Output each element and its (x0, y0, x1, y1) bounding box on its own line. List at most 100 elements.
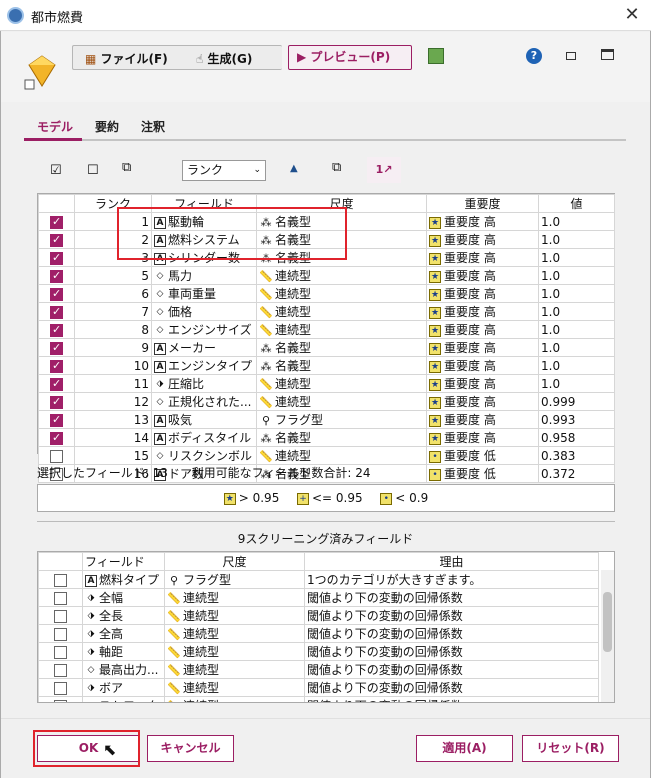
importance-cell: ★ 重要度 高 (426, 410, 539, 429)
col-importance[interactable]: 重要度 (426, 194, 539, 213)
measure-cell: 📏連続型 (256, 284, 427, 303)
scrollbar[interactable] (601, 570, 614, 702)
tab-model[interactable]: モデル (37, 118, 73, 135)
field-cell: A ボディスタイル (151, 428, 257, 447)
row-checkbox[interactable] (50, 233, 63, 247)
apply-button[interactable]: 適用(A) (416, 735, 513, 762)
row-checkbox[interactable] (50, 413, 63, 427)
importance-cell: ★ 重要度 高 (426, 212, 539, 231)
table-row[interactable]: A 燃料タイプ ⚲ フラグ型 1つのカテゴリが大きすぎます。 (38, 570, 599, 589)
importance-cell: ★ 重要度 高 (426, 356, 539, 375)
cancel-button[interactable]: キャンセル (147, 735, 234, 762)
table-row[interactable]: 5◇馬力📏連続型★重要度 高1.0 (38, 266, 615, 285)
importance-cell: ★ 重要度 高 (426, 230, 539, 249)
row-checkbox[interactable] (54, 699, 67, 702)
row-checkbox[interactable] (50, 359, 63, 373)
flag-measure-icon: ⚲ (169, 574, 179, 587)
table-row[interactable]: ⬗ 全高 📏 連続型 閾値より下の変動の回帰係数 (38, 624, 599, 643)
col-value[interactable]: 値 (538, 194, 615, 213)
rank-cell: 11 (74, 374, 152, 393)
tab-annotation[interactable]: 注釈 (141, 118, 165, 135)
table-row[interactable]: 11⬗圧縮比📏連続型★重要度 高1.0 (38, 374, 615, 393)
table-row[interactable]: 15 ◇ リスクシンボル 📏 連続型 • 重要度 低 0.383 (38, 446, 615, 465)
row-checkbox[interactable] (50, 449, 63, 463)
measure-cell: ⚲ フラグ型 (256, 410, 427, 429)
file-menu[interactable]: ▦ ファイル(F) (85, 50, 168, 67)
row-checkbox[interactable] (54, 681, 67, 695)
field-cell: ◇ 価格 (151, 302, 257, 321)
field-cell: ⬗ 全幅 (82, 588, 165, 607)
table-row[interactable]: 8◇エンジンサイズ📏連続型★重要度 高1.0 (38, 320, 615, 339)
export-icon[interactable] (428, 48, 444, 64)
generate-menu[interactable]: ☝ 生成(G) (196, 50, 252, 67)
help-icon[interactable]: ? (526, 48, 542, 64)
close-icon[interactable]: ✕ (620, 3, 644, 27)
table-row[interactable]: 12◇正規化された...📏連続型★重要度 高0.999 (38, 392, 615, 411)
table-row[interactable]: 9Aメーカー⁂名義型★重要度 高1.0 (38, 338, 615, 357)
continuous-type-icon: ◇ (156, 306, 164, 317)
scrollbar-thumb[interactable] (603, 592, 612, 652)
table-row[interactable]: 13A吸気⚲フラグ型★重要度 高0.993 (38, 410, 615, 429)
row-checkbox[interactable] (54, 591, 67, 605)
field-cell: A 吸気 (151, 410, 257, 429)
play-icon: ▶ (297, 50, 307, 64)
row-checkbox[interactable] (54, 645, 67, 659)
tab-summary[interactable]: 要約 (95, 118, 119, 135)
table-row[interactable]: 7◇価格📏連続型★重要度 高1.0 (38, 302, 615, 321)
row-checkbox[interactable] (50, 215, 63, 229)
sort-ascending-icon[interactable]: ▲ (290, 163, 298, 174)
sort-rank-icon[interactable]: 1↗ (367, 157, 401, 183)
splitter[interactable] (37, 521, 615, 522)
table-row[interactable]: ⬗ ボア 📏 連続型 閾値より下の変動の回帰係数 (38, 678, 599, 697)
continuous-measure-icon: 📏 (259, 270, 273, 283)
col-measure[interactable]: 尺度 (164, 552, 305, 571)
row-checkbox[interactable] (50, 431, 63, 445)
row-checkbox[interactable] (50, 251, 63, 265)
maximize-icon[interactable] (601, 49, 614, 60)
row-checkbox[interactable] (54, 609, 67, 623)
col-field[interactable]: フィールド (82, 552, 165, 571)
row-checkbox[interactable] (50, 269, 63, 283)
table-row[interactable]: ⬗ 全幅 📏 連続型 閾値より下の変動の回帰係数 (38, 588, 599, 607)
copy-icon[interactable]: ⧉ (332, 160, 341, 175)
value-cell: 1.0 (538, 266, 615, 285)
col-check (38, 552, 83, 571)
highlight-box-ok (33, 730, 140, 767)
table-row[interactable]: ◇ 最高出力... 📏 連続型 閾値より下の変動の回帰係数 (38, 660, 599, 679)
row-checkbox[interactable] (50, 287, 63, 301)
continuous-type-icon: ◇ (156, 450, 164, 461)
table-row[interactable]: ⬗ 全長 📏 連続型 閾値より下の変動の回帰係数 (38, 606, 599, 625)
row-checkbox[interactable] (50, 305, 63, 319)
reset-button[interactable]: リセット(R) (522, 735, 619, 762)
rank-cell: 6 (74, 284, 152, 303)
continuous-type-icon: ⬗ (85, 701, 97, 703)
table-row[interactable]: ⬗ストローク📏連続型閾値より下の変動の回帰係数 (38, 696, 599, 703)
row-checkbox[interactable] (54, 663, 67, 677)
row-checkbox[interactable] (50, 377, 63, 391)
check-all-icon[interactable]: ☑ (50, 163, 62, 178)
row-checkbox[interactable] (54, 573, 67, 587)
table-row[interactable]: 14Aボディスタイル⁂名義型★重要度 高0.958 (38, 428, 615, 447)
table-row[interactable]: 6◇車両重量📏連続型★重要度 高1.0 (38, 284, 615, 303)
importance-icon: ★ (429, 216, 441, 229)
uncheck-all-icon[interactable]: ☐ (87, 163, 99, 178)
table-row[interactable]: ⬗ 軸距 📏 連続型 閾値より下の変動の回帰係数 (38, 642, 599, 661)
row-checkbox[interactable] (54, 627, 67, 641)
field-cell: ◇ 車両重量 (151, 284, 257, 303)
sort-select[interactable]: ランク ⌄ (182, 160, 266, 181)
col-reason[interactable]: 理由 (304, 552, 599, 571)
row-checkbox[interactable] (50, 341, 63, 355)
continuous-measure-icon: 📏 (167, 592, 181, 605)
table-row[interactable]: 10Aエンジンタイプ⁂名義型★重要度 高1.0 (38, 356, 615, 375)
importance-cell: ★ 重要度 高 (426, 338, 539, 357)
minimize-icon[interactable] (566, 52, 576, 60)
importance-icon: • (429, 450, 441, 463)
check-selected-icon[interactable]: ⧉ (122, 160, 131, 175)
preview-button[interactable]: ▶ プレビュー(P) (288, 45, 412, 70)
continuous-type-icon: ◇ (156, 270, 164, 281)
row-checkbox[interactable] (50, 323, 63, 337)
measure-cell: 📏連続型 (164, 660, 305, 679)
highlight-box (117, 207, 347, 260)
measure-cell: 📏連続型 (164, 624, 305, 643)
row-checkbox[interactable] (50, 395, 63, 409)
